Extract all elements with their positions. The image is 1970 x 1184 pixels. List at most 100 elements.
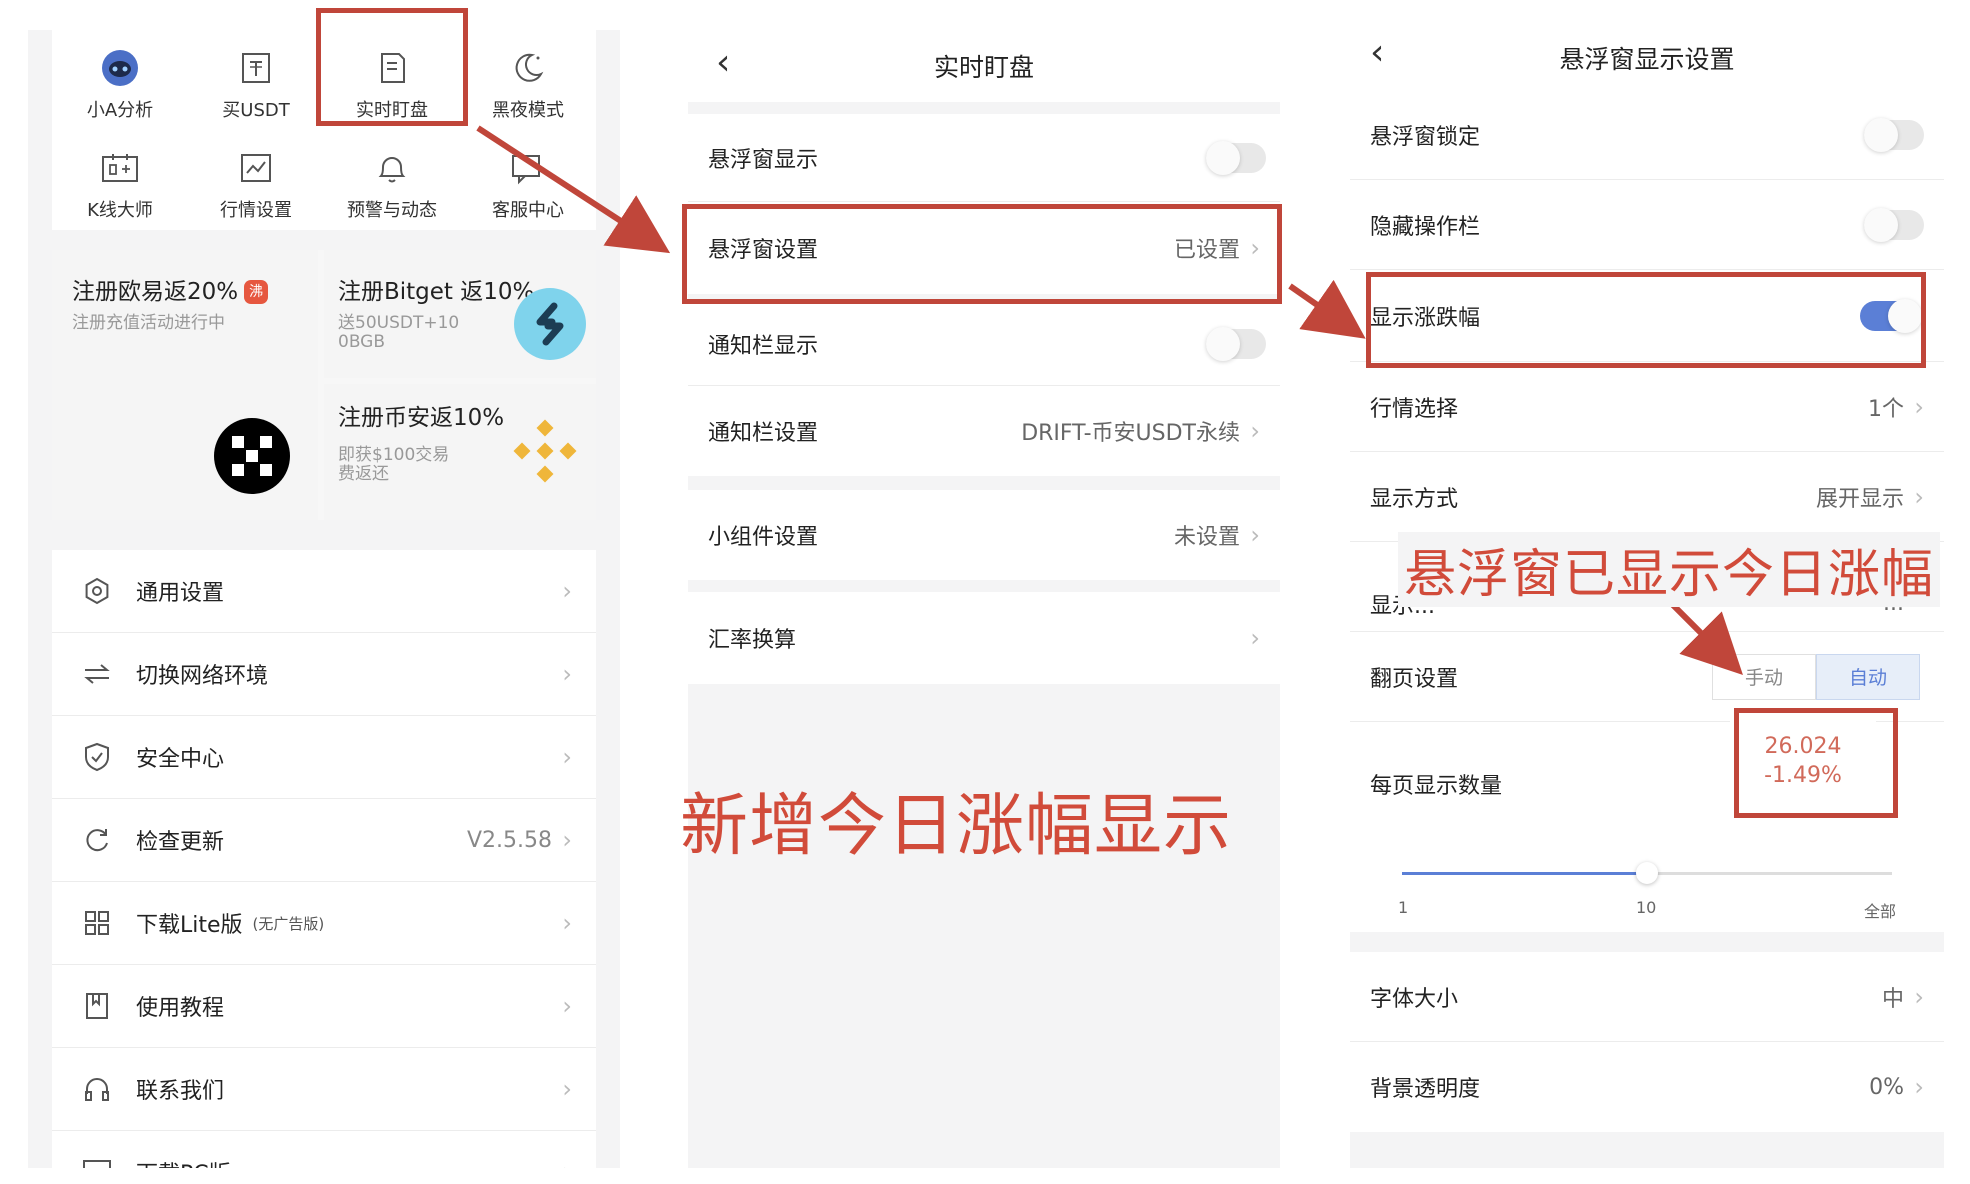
- arrow-to-show-change: [1288, 279, 1366, 339]
- grid-item-support[interactable]: 客服中心: [460, 130, 596, 230]
- row-value: 未设置: [1173, 525, 1240, 550]
- menu-label: 下载PC版: [136, 1156, 231, 1168]
- row-float-lock[interactable]: 悬浮窗锁定: [1350, 90, 1944, 180]
- menu-label: 使用教程: [136, 996, 225, 1021]
- live-monitor-panel: ‹ 实时盯盘 悬浮窗显示 悬浮窗设置 已设置 › 通知栏显示 通知栏设置 DRI…: [688, 30, 1280, 1168]
- promo-card-okx[interactable]: 注册欧易返20% 沸 注册充值活动进行中: [52, 250, 318, 520]
- row-label: 背景透明度: [1370, 1077, 1481, 1102]
- headphones-icon: [80, 1076, 114, 1102]
- grid-label: 行情设置: [220, 200, 292, 221]
- menu-item-switch-network[interactable]: 切换网络环境 ›: [52, 633, 596, 716]
- chevron-right-icon: ›: [562, 1075, 572, 1103]
- shield-icon: [80, 742, 114, 772]
- binance-logo-icon: [510, 416, 580, 490]
- menu-item-check-update[interactable]: 检查更新 V2.5.58 ›: [52, 799, 596, 882]
- menu-label: 通用设置: [136, 581, 225, 606]
- promo-subtitle: 送50USDT+10 0BGB: [338, 313, 460, 352]
- row-notification-display[interactable]: 通知栏显示: [688, 302, 1280, 386]
- annotation-float-shows: 悬浮窗已显示今日涨幅: [1398, 532, 1941, 607]
- menu-label: 检查更新: [136, 830, 225, 855]
- book-icon: [80, 992, 114, 1020]
- chevron-right-icon: ›: [562, 577, 572, 605]
- promo-banner-area: 注册欧易返20% 沸 注册充值活动进行中 注册Bitget 返10% 送50USD…: [52, 250, 596, 520]
- row-exchange-rate[interactable]: 汇率换算 ›: [688, 592, 1280, 684]
- chevron-right-icon: ›: [562, 1158, 572, 1168]
- row-label: 通知栏显示: [708, 333, 819, 359]
- promo-title: 注册欧易返20%: [72, 279, 239, 305]
- chevron-right-icon: ›: [562, 992, 572, 1020]
- monitor-icon: [80, 1158, 114, 1168]
- grid-item-dark-mode[interactable]: 黑夜模式: [460, 30, 596, 130]
- bell-icon: [372, 148, 412, 188]
- settings-menu-list: 通用设置 › 切换网络环境 › 安全中心 › 检查更新 V2.5.58 › 下载…: [52, 550, 596, 1168]
- hot-badge: 沸: [244, 280, 269, 304]
- menu-item-tutorial[interactable]: 使用教程 ›: [52, 965, 596, 1048]
- paging-option-manual[interactable]: 手动: [1712, 654, 1816, 700]
- chevron-right-icon: ›: [1250, 521, 1260, 549]
- row-float-window-display[interactable]: 悬浮窗显示: [688, 114, 1280, 202]
- row-background-opacity[interactable]: 背景透明度 0% ›: [1350, 1042, 1944, 1132]
- annotation-new-feature: 新增今日涨幅显示: [680, 787, 1233, 866]
- candlestick-box-icon: [100, 148, 140, 188]
- float-window-toggle[interactable]: [1206, 140, 1266, 175]
- grid-label: 预警与动态: [347, 200, 437, 221]
- row-label: 隐藏操作栏: [1370, 214, 1481, 240]
- row-value: 1个: [1868, 396, 1904, 422]
- refresh-icon: [80, 826, 114, 854]
- grid-label: 买USDT: [222, 100, 290, 121]
- grid-item-ai-analysis[interactable]: 小A分析: [52, 30, 188, 130]
- row-display-mode[interactable]: 显示方式 展开显示 ›: [1350, 452, 1944, 542]
- row-widget-settings[interactable]: 小组件设置 未设置 ›: [688, 490, 1280, 580]
- chevron-right-icon: ›: [562, 743, 572, 771]
- support-icon: [508, 148, 548, 188]
- menu-item-general-settings[interactable]: 通用设置 ›: [52, 550, 596, 633]
- apps-grid-icon: [80, 910, 114, 936]
- usdt-icon: [236, 48, 276, 88]
- grid-label: 客服中心: [492, 200, 564, 221]
- nav-bar: ‹ 悬浮窗显示设置: [1350, 30, 1944, 90]
- robot-avatar-icon: [100, 48, 140, 88]
- line-chart-icon: [236, 148, 276, 188]
- row-notification-settings[interactable]: 通知栏设置 DRIFT-币安USDT永续 ›: [688, 386, 1280, 476]
- moon-icon: [508, 48, 548, 88]
- menu-item-download-lite[interactable]: 下载Lite版 (无广告版) ›: [52, 882, 596, 965]
- paging-option-auto[interactable]: 自动: [1816, 654, 1920, 700]
- promo-card-binance[interactable]: 注册币安返10% 即获$100交易 费返还: [324, 384, 596, 520]
- slider-knob[interactable]: [1636, 862, 1658, 884]
- grid-label: 黑夜模式: [492, 100, 564, 121]
- float-lock-toggle[interactable]: [1864, 117, 1924, 152]
- grid-item-buy-usdt[interactable]: 买USDT: [188, 30, 324, 130]
- promo-title: 注册Bitget 返10%: [338, 279, 535, 305]
- grid-label: 小A分析: [86, 100, 154, 121]
- notification-toggle[interactable]: [1206, 326, 1266, 361]
- grid-item-market-settings[interactable]: 行情设置: [188, 130, 324, 230]
- row-font-size[interactable]: 字体大小 中 ›: [1350, 952, 1944, 1042]
- menu-note: (无广告版): [252, 914, 325, 933]
- switch-arrows-icon: [80, 663, 114, 685]
- hide-toolbar-toggle[interactable]: [1864, 207, 1924, 242]
- row-value: DRIFT-币安USDT永续: [1021, 421, 1240, 446]
- row-label: 字体大小: [1370, 986, 1459, 1012]
- promo-title: 注册币安返10%: [338, 405, 505, 431]
- slider-tick: 10: [1636, 898, 1657, 917]
- paging-segmented-control: 手动 自动: [1712, 654, 1920, 700]
- promo-subtitle: 注册充值活动进行中: [72, 313, 225, 333]
- row-label: 每页显示数量: [1370, 774, 1503, 799]
- row-market-select[interactable]: 行情选择 1个 ›: [1350, 362, 1944, 452]
- slider-fill: [1402, 872, 1647, 875]
- row-hide-toolbar[interactable]: 隐藏操作栏: [1350, 180, 1944, 270]
- chevron-right-icon: ›: [562, 826, 572, 854]
- grid-item-alerts[interactable]: 预警与动态: [324, 130, 460, 230]
- grid-item-kline-master[interactable]: K线大师: [52, 130, 188, 230]
- menu-label: 联系我们: [136, 1079, 225, 1104]
- promo-card-bitget[interactable]: 注册Bitget 返10% 送50USDT+10 0BGB: [324, 250, 596, 378]
- menu-item-download-pc[interactable]: 下载PC版 ›: [52, 1131, 596, 1168]
- highlight-preview: [1734, 708, 1898, 818]
- row-value: 中: [1881, 986, 1904, 1012]
- per-page-slider[interactable]: 1 10 全部: [1398, 860, 1896, 940]
- row-label: 悬浮窗显示: [708, 147, 819, 173]
- chevron-right-icon: ›: [1914, 982, 1924, 1011]
- menu-item-security-center[interactable]: 安全中心 ›: [52, 716, 596, 799]
- menu-item-contact-us[interactable]: 联系我们 ›: [52, 1048, 596, 1131]
- chevron-right-icon: ›: [562, 660, 572, 688]
